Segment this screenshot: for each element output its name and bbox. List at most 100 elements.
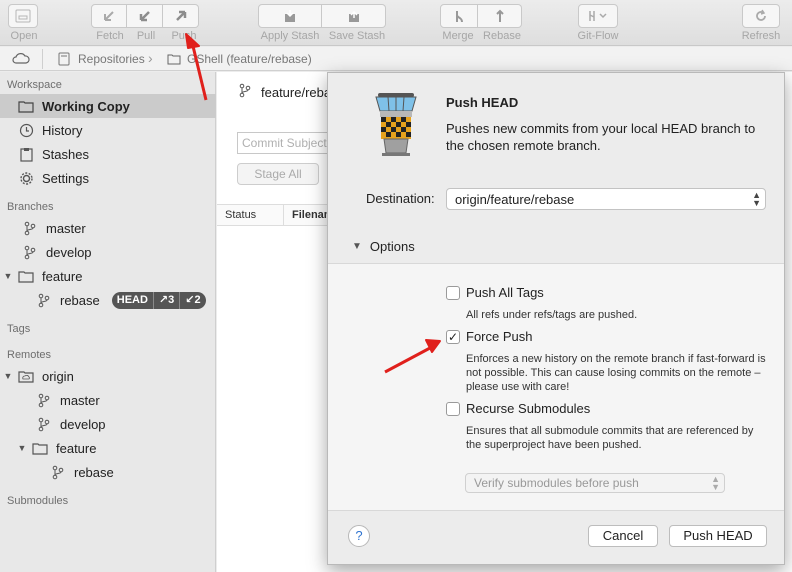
sidebar-item-label: Settings [42, 170, 89, 186]
sidebar-item-settings[interactable]: Settings [0, 166, 216, 190]
options-panel: Push All Tags All refs under refs/tags a… [328, 263, 784, 511]
branch-icon [36, 392, 52, 408]
cancel-button[interactable]: Cancel [588, 525, 658, 547]
rebase-label: Rebase [483, 30, 521, 42]
sidebar-item-working-copy[interactable]: Working Copy [0, 94, 216, 118]
remote-folder-icon [18, 368, 34, 384]
commit-subject-input[interactable]: Commit Subject [237, 132, 337, 154]
sidebar-item-label: Working Copy [42, 98, 130, 114]
sidebar-header-workspace: Workspace [7, 79, 62, 91]
app-tower-icon [375, 93, 417, 156]
save-stash-label: Save Stash [328, 30, 386, 42]
behind-count: ↙2 [179, 291, 205, 309]
sidebar-item-label: Stashes [42, 146, 89, 162]
sidebar-header-tags: Tags [7, 323, 31, 335]
fetch-icon [104, 11, 114, 21]
save-stash-button[interactable] [322, 4, 386, 28]
open-label: Open [10, 30, 38, 42]
sidebar-item-label: develop [46, 244, 92, 260]
head-status-badge: HEAD ↗3 ↙2 [111, 291, 206, 309]
branch-icon [36, 292, 52, 308]
breadcrumb-current-repo[interactable]: GShell (feature/rebase) [187, 52, 312, 66]
stage-all-button[interactable]: Stage All [237, 163, 319, 185]
sidebar-item-folder-feature[interactable]: ▼ feature [0, 264, 216, 288]
sidebar-item-branch-develop[interactable]: develop [0, 240, 216, 264]
disclosure-triangle-icon: ▼ [352, 241, 362, 252]
checkbox-unchecked[interactable] [446, 285, 460, 300]
help-button[interactable]: ? [348, 525, 370, 547]
select-stepper-icon: ▲ ▼ [752, 190, 761, 208]
refresh-button[interactable] [742, 4, 780, 28]
options-disclosure[interactable]: ▼ Options [352, 239, 415, 254]
sidebar-item-label: master [46, 220, 86, 236]
push-label: Push [171, 30, 197, 42]
repository-icon [58, 52, 70, 69]
sidebar-item-label: master [60, 392, 100, 408]
checkbox-unchecked[interactable] [446, 401, 460, 416]
refresh-icon [756, 9, 766, 21]
pull-label: Pull [136, 30, 156, 42]
pull-button[interactable] [127, 4, 163, 28]
push-head-button[interactable]: Push HEAD [669, 525, 767, 547]
recurse-submodules-description: Ensures that all submodule commits that … [466, 425, 754, 451]
verify-select-value: Verify submodules before push [474, 476, 639, 490]
rebase-icon [495, 9, 504, 22]
sidebar-item-label: rebase [60, 292, 100, 308]
push-button[interactable] [163, 4, 199, 28]
fetch-label: Fetch [96, 30, 124, 42]
gitflow-button[interactable] [578, 4, 618, 28]
breadcrumb-repositories[interactable]: Repositories [78, 52, 145, 66]
merge-button[interactable] [440, 4, 478, 28]
sidebar-item-remote-develop[interactable]: develop [0, 412, 216, 436]
sidebar-item-stashes[interactable]: Stashes [0, 142, 216, 166]
open-icon [15, 9, 31, 23]
column-status[interactable]: Status [225, 209, 256, 221]
sidebar-item-branch-rebase[interactable]: rebase HEAD ↗3 ↙2 [0, 288, 216, 312]
head-badge-label: HEAD [116, 293, 148, 306]
sidebar-item-history[interactable]: History [0, 118, 216, 142]
rebase-button[interactable] [478, 4, 522, 28]
ahead-count: ↗3 [152, 291, 179, 309]
sidebar-header-branches: Branches [7, 201, 54, 213]
gitflow-label: Git-Flow [577, 30, 619, 42]
clipboard-icon [18, 146, 34, 162]
divider [42, 49, 43, 69]
destination-value: origin/feature/rebase [455, 192, 575, 207]
sidebar-item-label: rebase [74, 464, 114, 480]
push-all-tags-checkbox[interactable]: Push All Tags [446, 285, 544, 300]
refresh-label: Refresh [741, 30, 781, 42]
dialog-title: Push HEAD [446, 95, 519, 110]
branch-icon [36, 416, 52, 432]
sidebar-item-remote-origin[interactable]: ▼ origin [0, 364, 216, 388]
push-all-tags-label: Push All Tags [466, 285, 544, 300]
verify-submodules-select: Verify submodules before push ▲ ▼ [465, 473, 725, 493]
recurse-submodules-checkbox[interactable]: Recurse Submodules [446, 401, 590, 416]
gitflow-icon [589, 11, 607, 21]
file-table-header: Status Filename [217, 204, 340, 226]
merge-icon [456, 11, 463, 23]
force-push-checkbox[interactable]: ✓ Force Push [446, 329, 532, 344]
open-button[interactable] [8, 4, 38, 28]
push-dialog: Push HEAD Pushes new commits from your l… [327, 72, 785, 565]
sidebar-item-remote-folder-feature[interactable]: ▼ feature [0, 436, 216, 460]
destination-select[interactable]: origin/feature/rebase ▲ ▼ [446, 188, 766, 210]
branch-icon [22, 220, 38, 236]
dialog-description: Pushes new commits from your local HEAD … [446, 121, 756, 153]
fetch-button[interactable] [91, 4, 127, 28]
merge-label: Merge [442, 30, 474, 42]
sidebar-item-label: History [42, 122, 83, 138]
sidebar-item-label: develop [60, 416, 106, 432]
checkmark-icon[interactable]: ✓ [446, 329, 460, 344]
sidebar: Workspace Working Copy History Stashes S… [0, 72, 216, 572]
sidebar-item-branch-master[interactable]: master [0, 216, 216, 240]
apply-stash-label: Apply Stash [260, 30, 320, 42]
apply-stash-button[interactable] [258, 4, 322, 28]
sidebar-item-remote-rebase[interactable]: rebase [0, 460, 216, 484]
cloud-icon[interactable] [12, 52, 30, 67]
sidebar-item-remote-master[interactable]: master [0, 388, 216, 412]
disclosure-triangle-icon[interactable]: ▼ [2, 271, 14, 281]
disclosure-triangle-icon[interactable]: ▼ [16, 443, 28, 453]
disclosure-triangle-icon[interactable]: ▼ [2, 371, 14, 381]
folder-icon [32, 440, 48, 456]
folder-icon [18, 268, 34, 284]
